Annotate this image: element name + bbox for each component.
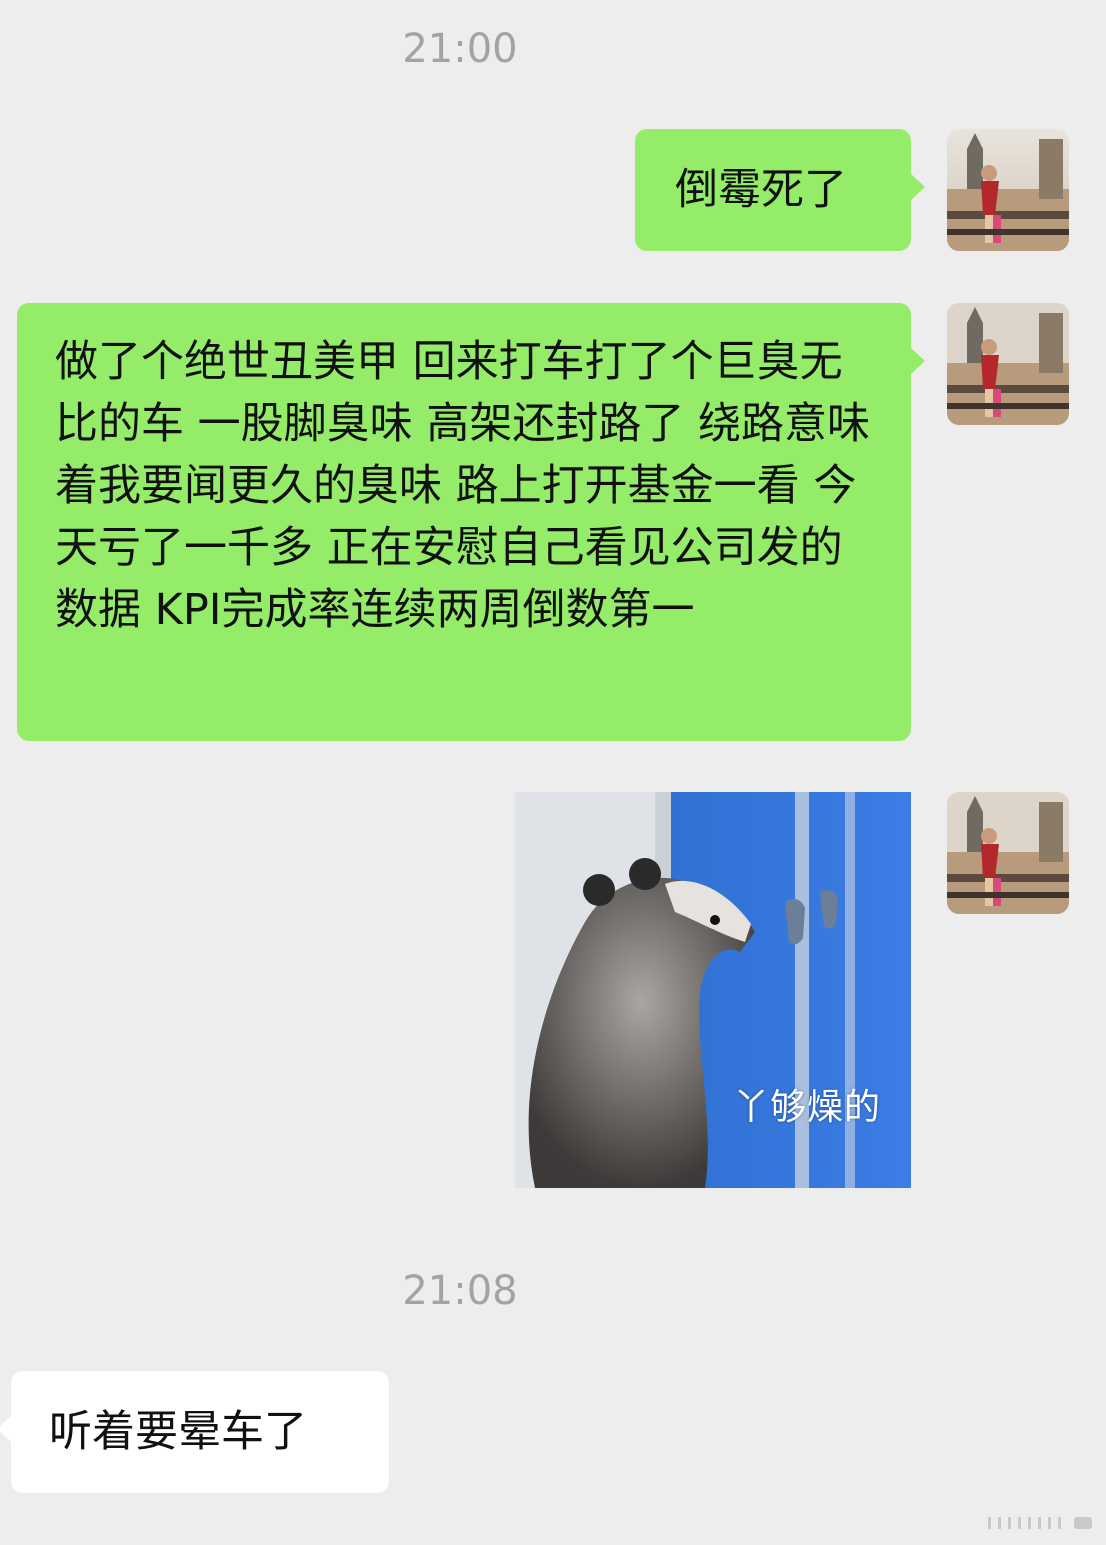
my-avatar[interactable] [947, 129, 1069, 251]
my-avatar[interactable] [947, 303, 1069, 425]
avatar-image [947, 129, 1069, 251]
opossum-window-image [515, 792, 911, 1188]
message-text: 听着要晕车了 [49, 1407, 307, 1457]
avatar-image [947, 303, 1069, 425]
timestamp: 21:00 [402, 26, 518, 72]
sticker-image[interactable]: 丫够燥的 [515, 792, 911, 1188]
my-avatar[interactable] [947, 792, 1069, 914]
sent-message-bubble[interactable]: 倒霉死了 [635, 129, 925, 251]
watermark-icon [988, 1517, 1092, 1529]
sent-message-bubble[interactable]: 做了个绝世丑美甲 回来打车打了个巨臭无比的车 一股脚臭味 高架还封路了 绕路意味… [17, 303, 925, 741]
sticker-caption: 丫够燥的 [733, 1087, 882, 1128]
received-message-bubble[interactable]: 听着要晕车了 [0, 1371, 389, 1493]
message-text: 做了个绝世丑美甲 回来打车打了个巨臭无比的车 一股脚臭味 高架还封路了 绕路意味… [55, 337, 871, 635]
avatar-image [947, 792, 1069, 914]
message-text: 倒霉死了 [675, 165, 847, 215]
timestamp: 21:08 [402, 1268, 518, 1314]
